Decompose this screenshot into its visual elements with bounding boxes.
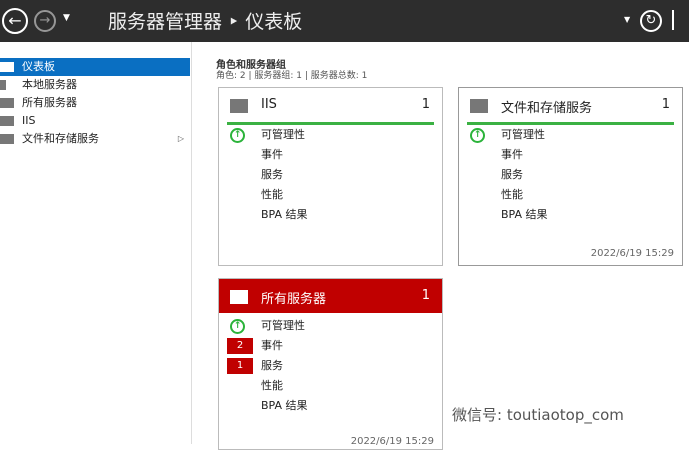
card-row-bpa[interactable]: BPA 结果 — [219, 396, 442, 416]
ok-arrow-icon: ↑ — [470, 128, 485, 143]
sidebar-item-local-server[interactable]: 本地服务器 — [0, 76, 190, 94]
alert-badge: 2 — [227, 338, 253, 354]
card-row-performance[interactable]: 性能 — [219, 185, 442, 205]
card-row-bpa[interactable]: BPA 结果 — [219, 205, 442, 225]
page-title: 服务器管理器 ‣ 仪表板 — [108, 11, 303, 33]
sidebar-item-label: IIS — [22, 114, 36, 127]
card-count: 1 — [421, 97, 430, 112]
role-card-file-storage[interactable]: 文件和存储服务 1 ↑ 可管理性 事件 服务 性能 BPA 结果 2022/6/19… — [458, 87, 683, 266]
role-card-all-servers[interactable]: 所有服务器 1 ↑ 可管理性 2 事件 1 服务 性能 BPA 结果 2022/6/19… — [218, 278, 443, 450]
refresh-icon[interactable]: ↻ — [640, 10, 662, 32]
timestamp: 2022/6/19 15:29 — [590, 248, 674, 259]
card-row-events[interactable]: 2 事件 — [219, 336, 442, 356]
folder-icon — [470, 99, 488, 113]
sidebar-item-label: 文件和存储服务 — [22, 132, 99, 145]
card-row-services[interactable]: 服务 — [459, 165, 682, 185]
card-row-manageability[interactable]: ↑ 可管理性 — [219, 125, 442, 145]
forward-button[interactable]: → — [34, 10, 56, 32]
history-dropdown-icon[interactable]: ▼ — [63, 13, 70, 23]
section-subtitle: 角色: 2 | 服务器组: 1 | 服务器总数: 1 — [216, 71, 368, 81]
folder-icon — [0, 134, 14, 144]
card-title[interactable]: 文件和存储服务 — [501, 97, 592, 116]
sidebar-item-label: 仪表板 — [22, 60, 55, 73]
sidebar-item-dashboard[interactable]: 仪表板 — [0, 58, 190, 76]
card-row-bpa[interactable]: BPA 结果 — [459, 205, 682, 225]
card-row-events[interactable]: 事件 — [219, 145, 442, 165]
expand-arrow-icon[interactable]: ▷ — [178, 130, 184, 148]
card-row-services[interactable]: 服务 — [219, 165, 442, 185]
alert-badge: 1 — [227, 358, 253, 374]
card-count: 1 — [421, 288, 430, 303]
card-title[interactable]: 所有服务器 — [261, 288, 326, 307]
card-row-events[interactable]: 事件 — [459, 145, 682, 165]
sidebar-item-label: 所有服务器 — [22, 96, 77, 109]
card-row-manageability[interactable]: ↑ 可管理性 — [459, 125, 682, 145]
card-row-manageability[interactable]: ↑ 可管理性 — [219, 316, 442, 336]
watermark: 微信号: toutiaotop_com — [452, 406, 624, 424]
card-row-services[interactable]: 1 服务 — [219, 356, 442, 376]
iis-icon — [230, 99, 248, 113]
ok-arrow-icon: ↑ — [230, 128, 245, 143]
dashboard-icon — [0, 62, 14, 72]
iis-icon — [0, 116, 14, 126]
role-card-iis[interactable]: IIS 1 ↑ 可管理性 事件 服务 性能 BPA 结果 — [218, 87, 443, 266]
servers-icon — [0, 98, 14, 108]
sidebar-item-label: 本地服务器 — [22, 78, 77, 91]
card-title[interactable]: IIS — [261, 97, 277, 112]
sidebar-item-file-storage[interactable]: 文件和存储服务 ▷ — [0, 130, 190, 148]
sidebar: 仪表板 本地服务器 所有服务器 IIS 文件和存储服务 ▷ — [0, 42, 192, 444]
servers-icon — [230, 290, 248, 304]
back-button[interactable]: ← — [2, 8, 28, 34]
sidebar-item-iis[interactable]: IIS — [0, 112, 190, 130]
card-count: 1 — [661, 97, 670, 112]
card-row-performance[interactable]: 性能 — [459, 185, 682, 205]
header-bar: ← → ▼ 服务器管理器 ‣ 仪表板 ▼ ↻ — [0, 0, 689, 42]
card-row-performance[interactable]: 性能 — [219, 376, 442, 396]
timestamp: 2022/6/19 15:29 — [350, 436, 434, 447]
dropdown-icon[interactable]: ▼ — [624, 15, 630, 24]
sidebar-item-all-servers[interactable]: 所有服务器 — [0, 94, 190, 112]
divider — [672, 10, 674, 30]
server-icon — [0, 80, 6, 90]
ok-arrow-icon: ↑ — [230, 319, 245, 334]
